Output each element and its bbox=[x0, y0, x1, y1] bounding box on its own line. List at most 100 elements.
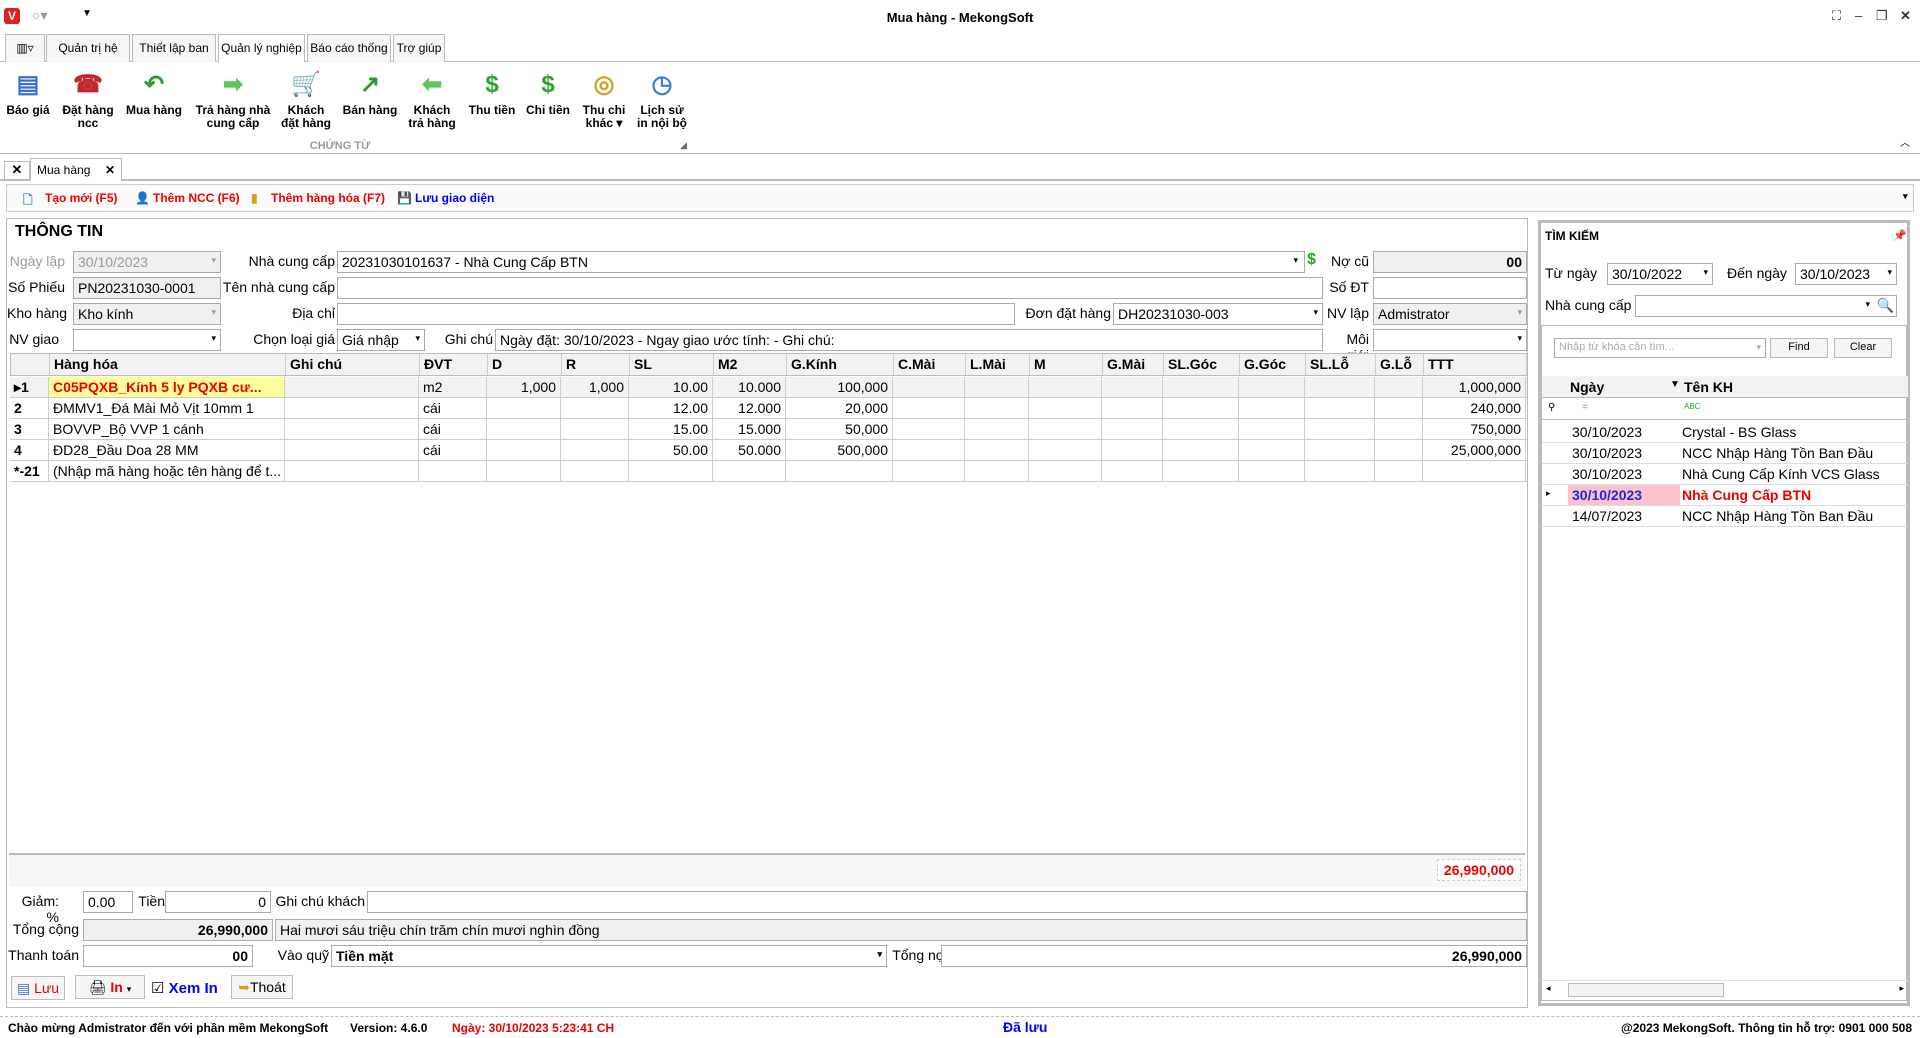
column-header[interactable]: G.Lỗ bbox=[1376, 354, 1424, 375]
new-button[interactable]: Tạo mới (F5) bbox=[45, 191, 118, 205]
cell-empty[interactable] bbox=[1102, 440, 1163, 460]
cell-empty[interactable] bbox=[1375, 398, 1423, 418]
table-row[interactable]: ▸1 C05PQXB_Kính 5 ly PQXB cư... m2 1,000 1,0… bbox=[10, 377, 1527, 398]
deliverer-select[interactable]: ▾ bbox=[73, 329, 221, 351]
sort-icon[interactable]: ▼ bbox=[1670, 379, 1680, 390]
column-header[interactable]: R bbox=[562, 354, 630, 375]
cell-m2[interactable]: 50.000 bbox=[713, 440, 786, 460]
print-dropdown-icon[interactable]: ▾ bbox=[127, 984, 132, 994]
cell-empty[interactable] bbox=[1163, 440, 1239, 460]
cell-empty[interactable] bbox=[1375, 377, 1423, 397]
cell-item[interactable]: BOVVP_Bộ VVP 1 cánh bbox=[49, 419, 285, 439]
cell-ttt[interactable]: 1,000,000 bbox=[1423, 377, 1526, 397]
column-header[interactable]: M2 bbox=[714, 354, 787, 375]
tab-help[interactable]: Trợ giúp bbox=[393, 34, 445, 62]
cell-sl[interactable]: 10.00 bbox=[629, 377, 713, 397]
cell-empty[interactable] bbox=[487, 461, 561, 481]
cell-item[interactable]: ĐMMV1_Đá Mài Mỏ Vịt 10mm 1 bbox=[49, 398, 285, 418]
keyword-input[interactable]: Nhập từ khóa cần tìm... ▾ bbox=[1554, 338, 1766, 358]
ribbon-button-4[interactable]: 🛒 Khách đặt hàng bbox=[278, 68, 334, 130]
cell-empty[interactable] bbox=[629, 461, 713, 481]
supplier-select[interactable]: 20231030101637 - Nhà Cung Cấp BTN ▾ bbox=[337, 251, 1305, 273]
note-input[interactable]: Ngày đặt: 30/10/2023 - Ngay giao ước tín… bbox=[495, 329, 1323, 351]
table-row[interactable]: 2 ĐMMV1_Đá Mài Mỏ Vịt 10mm 1 cái 12.00 12.00… bbox=[10, 398, 1527, 419]
result-row[interactable]: 30/10/2023 NCC Nhập Hàng Tồn Ban Đầu bbox=[1542, 443, 1908, 464]
save-layout-button[interactable]: Lưu giao diện bbox=[415, 191, 494, 205]
column-header[interactable]: G.Mài bbox=[1103, 354, 1164, 375]
paid-input[interactable]: 00 bbox=[83, 945, 253, 967]
cell-price[interactable]: 20,000 bbox=[786, 398, 893, 418]
column-header[interactable]: G.Góc bbox=[1240, 354, 1306, 375]
cell-empty[interactable] bbox=[1305, 461, 1375, 481]
column-header[interactable]: Hàng hóa bbox=[50, 354, 286, 375]
cell-empty[interactable] bbox=[893, 461, 965, 481]
tab-system[interactable]: Quản trị hệ thống bbox=[46, 34, 130, 81]
ribbon-button-3[interactable]: ➡ Trả hàng nhà cung cấp bbox=[192, 68, 274, 130]
preview-checkbox[interactable]: ☑ Xem In bbox=[151, 979, 218, 997]
phone-input[interactable] bbox=[1373, 277, 1527, 299]
cell-empty[interactable] bbox=[1163, 419, 1239, 439]
cell-empty[interactable] bbox=[1375, 461, 1423, 481]
column-header[interactable]: SL.Góc bbox=[1164, 354, 1240, 375]
ribbon-button-2[interactable]: ↶ Mua hàng bbox=[122, 68, 186, 117]
cell-r[interactable] bbox=[561, 398, 629, 418]
ribbon-button-10[interactable]: ◷ Lịch sử in nội bộ bbox=[634, 68, 690, 130]
column-header[interactable]: D bbox=[488, 354, 562, 375]
cell-empty[interactable] bbox=[965, 377, 1029, 397]
cell-empty[interactable] bbox=[1239, 377, 1305, 397]
cell-price[interactable]: 50,000 bbox=[786, 419, 893, 439]
cell-empty[interactable] bbox=[561, 461, 629, 481]
refresh-icon[interactable]: $ bbox=[1307, 251, 1316, 269]
add-supplier-button[interactable]: Thêm NCC (F6) bbox=[153, 191, 240, 205]
cell-empty[interactable] bbox=[893, 440, 965, 460]
cell-ttt[interactable]: 25,000,000 bbox=[1423, 440, 1526, 460]
search-supplier-select[interactable]: ▾ 🔍 bbox=[1635, 295, 1897, 317]
cell-empty[interactable] bbox=[285, 440, 419, 460]
cell-empty[interactable] bbox=[1239, 461, 1305, 481]
cell-m2[interactable]: 15.000 bbox=[713, 419, 786, 439]
cell-empty[interactable] bbox=[285, 419, 419, 439]
cell-empty[interactable] bbox=[1163, 398, 1239, 418]
close-button[interactable]: ✕ bbox=[1900, 8, 1911, 24]
cell-price[interactable]: 500,000 bbox=[786, 440, 893, 460]
cell-empty[interactable] bbox=[1102, 377, 1163, 397]
app-menu-button[interactable]: ▥▿ bbox=[5, 34, 45, 62]
cell-empty[interactable] bbox=[1029, 461, 1102, 481]
save-button[interactable]: ▤ Lưu bbox=[11, 976, 65, 1000]
cell-ttt[interactable]: 240,000 bbox=[1423, 398, 1526, 418]
broker-select[interactable]: ▾ bbox=[1373, 329, 1527, 351]
cell-empty[interactable] bbox=[285, 461, 419, 481]
ribbon-button-5[interactable]: ↗ Bán hàng bbox=[340, 68, 400, 117]
exit-button[interactable]: ➥Thoát bbox=[231, 975, 293, 999]
tab-mua-hang[interactable]: Mua hàng ✕ bbox=[30, 158, 122, 181]
column-header[interactable]: C.Mài bbox=[894, 354, 966, 375]
close-tab-icon[interactable]: ✕ bbox=[105, 163, 115, 177]
cell-empty[interactable] bbox=[285, 398, 419, 418]
customer-note-input[interactable] bbox=[367, 891, 1527, 913]
cell-unit[interactable]: cái bbox=[419, 398, 487, 418]
filter-row[interactable]: ⚲ = ABC bbox=[1542, 398, 1908, 420]
cell-sl[interactable]: 15.00 bbox=[629, 419, 713, 439]
minimize-button[interactable]: – bbox=[1855, 8, 1862, 23]
table-row[interactable]: 3 BOVVP_Bộ VVP 1 cánh cái 15.00 15.000 50,000… bbox=[10, 419, 1527, 440]
cell-d[interactable] bbox=[487, 440, 561, 460]
cell-empty[interactable] bbox=[285, 377, 419, 397]
collapse-ribbon-icon[interactable]: ︿ bbox=[1900, 134, 1910, 149]
ribbon-button-8[interactable]: $ Chi tiền bbox=[522, 68, 574, 117]
column-header[interactable]: G.Kính bbox=[787, 354, 894, 375]
cell-empty[interactable] bbox=[893, 377, 965, 397]
creator-select[interactable]: Admistrator ▾ bbox=[1373, 303, 1527, 325]
result-row[interactable]: 30/10/2023 Crystal - BS Glass bbox=[1542, 422, 1908, 443]
cell-empty[interactable] bbox=[1239, 419, 1305, 439]
result-row[interactable]: 14/07/2023 NCC Nhập Hàng Tồn Ban Đầu bbox=[1542, 506, 1908, 527]
discount-percent-input[interactable]: 0.00 bbox=[83, 891, 133, 913]
cell-r[interactable] bbox=[561, 440, 629, 460]
new-row[interactable]: *-21 (Nhập mã hàng hoặc tên hàng để t... bbox=[10, 461, 1527, 482]
cell-empty[interactable] bbox=[893, 419, 965, 439]
supplier-name-input[interactable] bbox=[337, 277, 1323, 299]
cell-item[interactable]: C05PQXB_Kính 5 ly PQXB cư... bbox=[49, 377, 285, 397]
tab-reports[interactable]: Báo cáo thống kê bbox=[307, 34, 391, 81]
cell-empty[interactable] bbox=[1029, 377, 1102, 397]
cell-sl[interactable]: 50.00 bbox=[629, 440, 713, 460]
cell-empty[interactable] bbox=[965, 440, 1029, 460]
